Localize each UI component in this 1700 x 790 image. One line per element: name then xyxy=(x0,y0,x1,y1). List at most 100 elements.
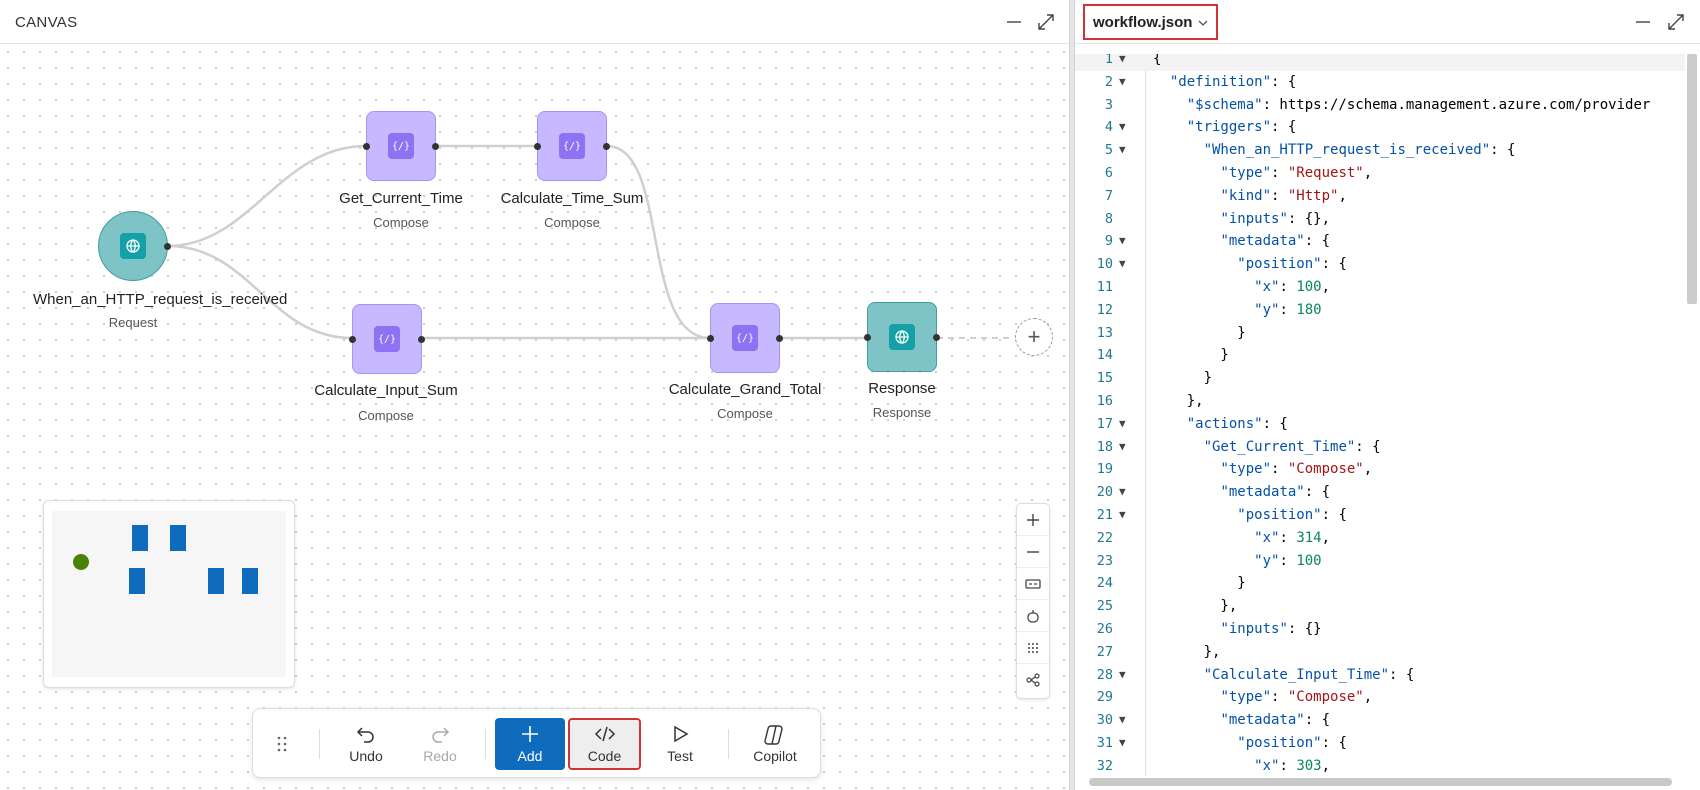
code-line[interactable]: 12 "y": 180 xyxy=(1075,299,1685,322)
code-line[interactable]: 1 ▼ { xyxy=(1075,54,1685,71)
code-text: "inputs": {}, xyxy=(1220,210,1331,227)
node-get-current-time[interactable]: {/} xyxy=(363,111,439,181)
output-port[interactable] xyxy=(776,335,783,342)
add-button[interactable]: Add xyxy=(495,718,565,770)
code-line[interactable]: 32 "x": 303, xyxy=(1075,755,1685,776)
minimap-viewport[interactable] xyxy=(52,511,286,677)
fold-arrow-icon[interactable]: ▼ xyxy=(1119,139,1126,162)
code-line[interactable]: 16 }, xyxy=(1075,390,1685,413)
code-line[interactable]: 24 } xyxy=(1075,572,1685,595)
file-selector[interactable]: workflow.json xyxy=(1083,4,1219,40)
minimap-node xyxy=(242,568,258,594)
node-calculate-input-sum[interactable]: {/} xyxy=(349,304,425,374)
code-line[interactable]: 31 ▼ "position": { xyxy=(1075,732,1685,755)
code-line[interactable]: 22 "x": 314, xyxy=(1075,527,1685,550)
output-port[interactable] xyxy=(164,243,171,250)
input-port[interactable] xyxy=(363,143,370,150)
code-line[interactable]: 14 } xyxy=(1075,344,1685,367)
fold-arrow-icon[interactable]: ▼ xyxy=(1119,54,1126,71)
code-line[interactable]: 15 } xyxy=(1075,367,1685,390)
auto-layout-icon[interactable] xyxy=(1017,664,1049,696)
fold-arrow-icon[interactable]: ▼ xyxy=(1119,116,1126,139)
code-line[interactable]: 10 ▼ "position": { xyxy=(1075,253,1685,276)
code-line[interactable]: 3 "$schema": https://schema.management.a… xyxy=(1075,94,1685,117)
code-line[interactable]: 25 }, xyxy=(1075,595,1685,618)
code-line[interactable]: 7 "kind": "Http", xyxy=(1075,185,1685,208)
minimize-icon[interactable] xyxy=(1632,11,1654,33)
fold-arrow-icon[interactable]: ▼ xyxy=(1119,436,1126,459)
code-button[interactable]: Code xyxy=(568,718,641,770)
fold-arrow-icon[interactable]: ▼ xyxy=(1119,253,1126,276)
code-text: "inputs": {} xyxy=(1220,621,1322,637)
line-number: 1 xyxy=(1104,54,1113,67)
code-line[interactable]: 29 "type": "Compose", xyxy=(1075,686,1685,709)
fold-arrow-icon[interactable]: ▼ xyxy=(1119,230,1126,253)
horizontal-scrollbar[interactable] xyxy=(1089,778,1672,786)
code-line[interactable]: 4 ▼ "triggers": { xyxy=(1075,116,1685,139)
output-port[interactable] xyxy=(418,336,425,343)
fold-arrow-icon[interactable]: ▼ xyxy=(1119,504,1126,527)
line-number: 15 xyxy=(1096,370,1113,387)
line-number: 25 xyxy=(1096,598,1113,615)
code-line[interactable]: 2 ▼ "definition": { xyxy=(1075,71,1685,94)
code-line[interactable]: 26 "inputs": {} xyxy=(1075,618,1685,641)
code-line[interactable]: 30 ▼ "metadata": { xyxy=(1075,709,1685,732)
zoom-out-icon[interactable] xyxy=(1017,536,1049,568)
minimap[interactable] xyxy=(43,500,295,688)
code-brackets-icon: {/} xyxy=(374,326,400,352)
fold-arrow-icon[interactable]: ▼ xyxy=(1119,664,1126,687)
node-response[interactable] xyxy=(864,302,940,372)
output-port[interactable] xyxy=(432,143,439,150)
zoom-in-icon[interactable] xyxy=(1017,504,1049,536)
fold-arrow-icon[interactable]: ▼ xyxy=(1119,481,1126,504)
line-number: 12 xyxy=(1096,301,1113,318)
code-text: "metadata": { xyxy=(1220,233,1331,250)
add-step-button[interactable]: + xyxy=(1015,318,1053,356)
code-brackets-icon: {/} xyxy=(559,133,585,159)
fit-view-icon[interactable] xyxy=(1017,568,1049,600)
node-http-trigger[interactable] xyxy=(98,211,171,281)
line-number: 23 xyxy=(1096,552,1113,569)
code-line[interactable]: 21 ▼ "position": { xyxy=(1075,504,1685,527)
minimap-node xyxy=(170,525,186,551)
input-port[interactable] xyxy=(864,334,871,341)
code-line[interactable]: 17 ▼ "actions": { xyxy=(1075,413,1685,436)
code-line[interactable]: 11 "x": 100, xyxy=(1075,276,1685,299)
line-number: 3 xyxy=(1104,96,1113,113)
line-number: 7 xyxy=(1104,187,1113,204)
code-line[interactable]: 20 ▼ "metadata": { xyxy=(1075,481,1685,504)
undo-button[interactable]: Undo xyxy=(333,718,399,770)
input-port[interactable] xyxy=(707,335,714,342)
code-line[interactable]: 13 } xyxy=(1075,322,1685,345)
code-line[interactable]: 27 }, xyxy=(1075,641,1685,664)
node-calculate-time-sum[interactable]: {/} xyxy=(534,111,610,181)
code-line[interactable]: 6 "type": "Request", xyxy=(1075,162,1685,185)
code-line[interactable]: 28 ▼ "Calculate_Input_Time": { xyxy=(1075,664,1685,687)
redo-button[interactable]: Redo xyxy=(407,718,473,770)
maximize-icon[interactable] xyxy=(1665,11,1687,33)
fold-arrow-icon[interactable]: ▼ xyxy=(1119,71,1126,94)
test-button[interactable]: Test xyxy=(647,718,713,770)
code-line[interactable]: 9 ▼ "metadata": { xyxy=(1075,230,1685,253)
code-line[interactable]: 8 "inputs": {}, xyxy=(1075,208,1685,231)
input-port[interactable] xyxy=(534,143,541,150)
grid-dots-icon[interactable] xyxy=(1017,632,1049,664)
drag-handle-icon[interactable] xyxy=(267,718,297,770)
fold-arrow-icon[interactable]: ▼ xyxy=(1119,709,1126,732)
code-line[interactable]: 19 "type": "Compose", xyxy=(1075,458,1685,481)
node-calculate-grand-total[interactable]: {/} xyxy=(707,303,783,373)
fold-arrow-icon[interactable]: ▼ xyxy=(1119,732,1126,755)
code-text: "y": 100 xyxy=(1254,552,1322,569)
code-line[interactable]: 18 ▼ "Get_Current_Time": { xyxy=(1075,436,1685,459)
output-port[interactable] xyxy=(933,334,940,341)
copilot-button[interactable]: Copilot xyxy=(739,718,811,770)
code-line[interactable]: 23 "y": 100 xyxy=(1075,550,1685,573)
output-port[interactable] xyxy=(603,143,610,150)
input-port[interactable] xyxy=(349,336,356,343)
pan-mode-icon[interactable] xyxy=(1017,600,1049,632)
line-number: 28 xyxy=(1096,666,1113,683)
vertical-scrollbar[interactable] xyxy=(1687,54,1697,304)
fold-arrow-icon[interactable]: ▼ xyxy=(1119,413,1126,436)
code-line[interactable]: 5 ▼ "When_an_HTTP_request_is_received": { xyxy=(1075,139,1685,162)
code-editor[interactable]: 1 ▼ {2 ▼ "definition": {3 "$schema": https:… xyxy=(1075,54,1685,776)
